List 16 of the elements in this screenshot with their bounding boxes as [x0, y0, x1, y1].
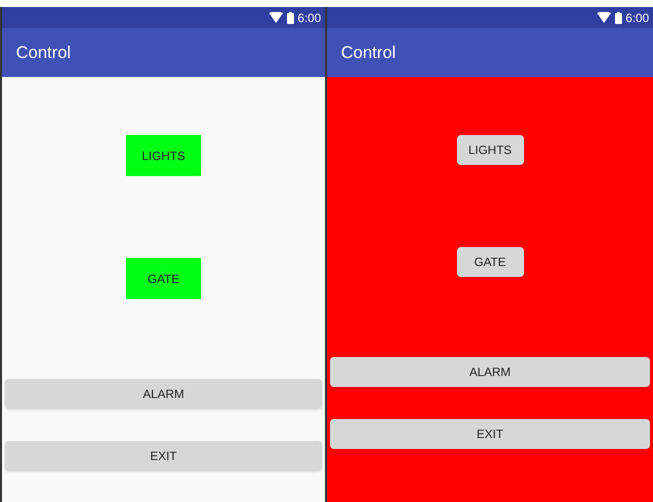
toggle-button[interactable]: GATE	[126, 258, 201, 299]
action-button[interactable]: ALARM	[330, 357, 650, 387]
toggle-button[interactable]: GATE	[456, 247, 524, 277]
battery-icon	[286, 12, 294, 24]
status-time: 6:00	[298, 10, 321, 26]
wifi-icon	[596, 12, 611, 23]
toggle-button[interactable]: LIGHTS	[126, 135, 201, 176]
wifi-icon	[268, 12, 283, 23]
action-button[interactable]: ALARM	[5, 379, 322, 409]
app-title: Control	[16, 42, 71, 64]
app-title: Control	[341, 42, 396, 64]
toggle-button[interactable]: LIGHTS	[456, 135, 524, 165]
action-button[interactable]: EXIT	[330, 419, 650, 449]
action-button[interactable]: EXIT	[5, 441, 322, 471]
status-time: 6:00	[626, 10, 649, 26]
battery-icon	[614, 12, 622, 24]
